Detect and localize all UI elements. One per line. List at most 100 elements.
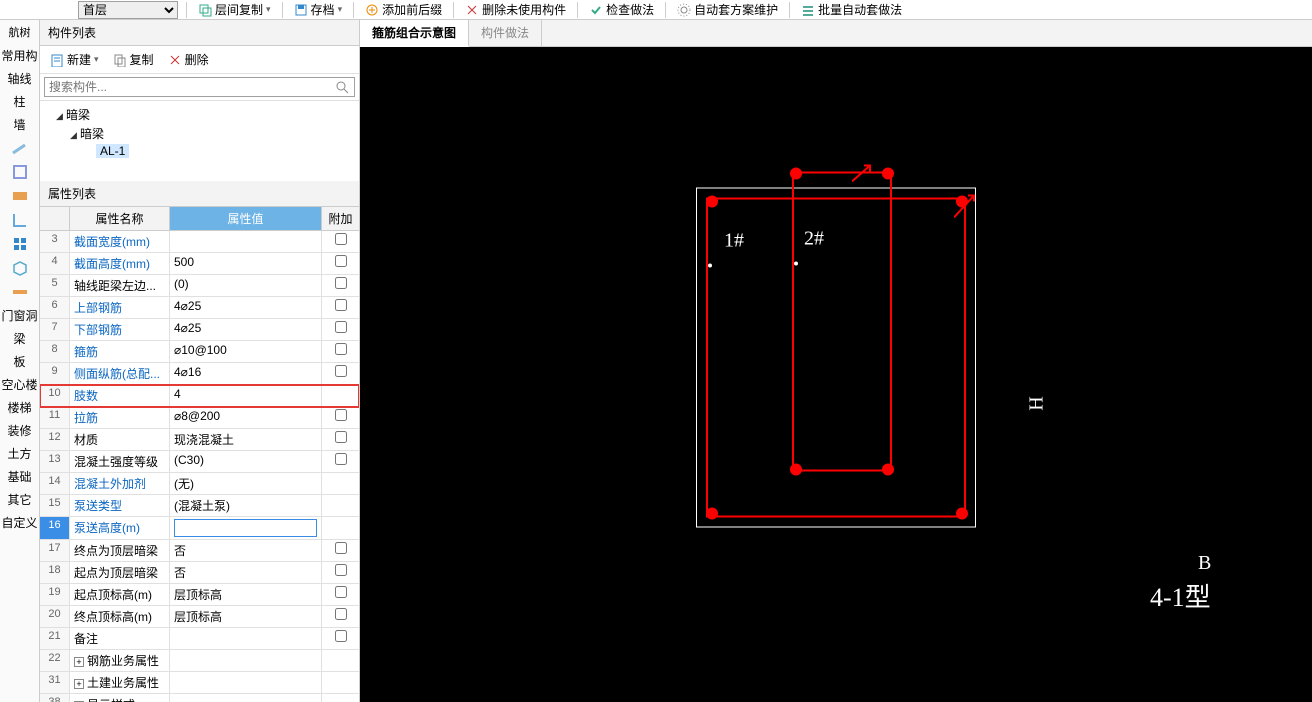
nav-item-beam[interactable]: 梁	[0, 327, 39, 350]
property-row[interactable]: 14混凝土外加剂(无)	[40, 473, 359, 495]
extra-checkbox[interactable]	[335, 365, 347, 377]
layer-copy-button[interactable]: 层间复制▾	[195, 1, 274, 18]
box-icon[interactable]	[11, 259, 29, 277]
property-value[interactable]: 4⌀25	[170, 297, 321, 318]
extra-checkbox[interactable]	[335, 564, 347, 576]
property-value[interactable]: 否	[170, 540, 321, 561]
expand-icon[interactable]: +	[74, 657, 84, 667]
nav-item-custom[interactable]: 自定义	[0, 511, 39, 534]
auto-maintain-button[interactable]: 自动套方案维护	[674, 1, 781, 18]
property-value[interactable]	[170, 517, 321, 539]
panel-icon[interactable]	[11, 163, 29, 181]
new-button[interactable]: 新建▾	[46, 50, 103, 69]
nav-item-stair[interactable]: 楼梯	[0, 396, 39, 419]
property-row[interactable]: 9侧面纵筋(总配...4⌀16	[40, 363, 359, 385]
property-row[interactable]: 16泵送高度(m)	[40, 517, 359, 540]
header-value-label[interactable]: 属性值	[170, 207, 321, 230]
property-value[interactable]	[170, 672, 321, 693]
property-value[interactable]	[170, 231, 321, 252]
nav-item-decor[interactable]: 装修	[0, 419, 39, 442]
nav-item-other[interactable]: 其它	[0, 488, 39, 511]
property-row[interactable]: 8箍筋⌀10@100	[40, 341, 359, 363]
archive-button[interactable]: 存档▾	[291, 1, 346, 18]
extra-checkbox[interactable]	[335, 409, 347, 421]
property-body[interactable]: 3截面宽度(mm)4截面高度(mm)5005轴线距梁左边...(0)6上部钢筋4…	[40, 231, 359, 702]
extra-checkbox[interactable]	[335, 431, 347, 443]
property-value-input[interactable]	[174, 519, 317, 537]
component-tree[interactable]: ◢暗梁 ◢暗梁 AL-1	[40, 101, 359, 181]
property-value[interactable]	[170, 694, 321, 702]
property-row[interactable]: 21备注	[40, 628, 359, 650]
extra-checkbox[interactable]	[335, 453, 347, 465]
property-value[interactable]: 层顶标高	[170, 606, 321, 627]
property-value[interactable]: (C30)	[170, 451, 321, 472]
property-row[interactable]: 10肢数4	[40, 385, 359, 407]
search-icon[interactable]	[335, 80, 349, 94]
delete-component-button[interactable]: 删除	[164, 50, 213, 69]
nav-item-earth[interactable]: 土方	[0, 442, 39, 465]
property-value[interactable]	[170, 628, 321, 649]
nav-item-common[interactable]: 常用构	[0, 44, 39, 67]
floor-select[interactable]: 首层	[78, 1, 178, 19]
property-value[interactable]: 现浇混凝土	[170, 429, 321, 450]
property-row[interactable]: 18起点为顶层暗梁否	[40, 562, 359, 584]
nav-item-slab[interactable]: 板	[0, 350, 39, 373]
extra-checkbox[interactable]	[335, 542, 347, 554]
property-row[interactable]: 3截面宽度(mm)	[40, 231, 359, 253]
check-method-button[interactable]: 检查做法	[586, 1, 657, 18]
property-value[interactable]	[170, 650, 321, 671]
add-prefix-button[interactable]: 添加前后缀	[362, 1, 445, 18]
property-row[interactable]: 31+土建业务属性	[40, 672, 359, 694]
delete-unused-button[interactable]: 删除未使用构件	[462, 1, 569, 18]
property-value[interactable]: (混凝土泵)	[170, 495, 321, 516]
nav-item-hollow[interactable]: 空心楼	[0, 373, 39, 396]
tree-child[interactable]: 暗梁	[80, 127, 104, 141]
brick-icon[interactable]	[11, 187, 29, 205]
grid-icon[interactable]	[11, 235, 29, 253]
property-value[interactable]: 4⌀16	[170, 363, 321, 384]
extra-checkbox[interactable]	[335, 277, 347, 289]
property-row[interactable]: 13混凝土强度等级(C30)	[40, 451, 359, 473]
search-input[interactable]	[44, 77, 355, 97]
property-row[interactable]: 4截面高度(mm)500	[40, 253, 359, 275]
extra-checkbox[interactable]	[335, 321, 347, 333]
nav-item-foundation[interactable]: 基础	[0, 465, 39, 488]
angle-icon[interactable]	[11, 211, 29, 229]
property-row[interactable]: 6上部钢筋4⌀25	[40, 297, 359, 319]
property-value[interactable]: 4⌀25	[170, 319, 321, 340]
nav-item-wall[interactable]: 墙	[0, 113, 39, 136]
extra-checkbox[interactable]	[335, 343, 347, 355]
extra-checkbox[interactable]	[335, 255, 347, 267]
property-value[interactable]: ⌀8@200	[170, 407, 321, 428]
property-row[interactable]: 38+显示样式	[40, 694, 359, 702]
property-row[interactable]: 11拉筋⌀8@200	[40, 407, 359, 429]
property-value[interactable]: 4	[170, 385, 321, 406]
tree-root[interactable]: 暗梁	[66, 108, 90, 122]
property-row[interactable]: 15泵送类型(混凝土泵)	[40, 495, 359, 517]
property-row[interactable]: 17终点为顶层暗梁否	[40, 540, 359, 562]
extra-checkbox[interactable]	[335, 608, 347, 620]
property-value[interactable]: (无)	[170, 473, 321, 494]
property-row[interactable]: 7下部钢筋4⌀25	[40, 319, 359, 341]
nav-item-axis[interactable]: 轴线	[0, 67, 39, 90]
property-value[interactable]: 层顶标高	[170, 584, 321, 605]
property-value[interactable]: (0)	[170, 275, 321, 296]
property-value[interactable]: 否	[170, 562, 321, 583]
property-row[interactable]: 20终点顶标高(m)层顶标高	[40, 606, 359, 628]
extra-checkbox[interactable]	[335, 299, 347, 311]
property-row[interactable]: 22+钢筋业务属性	[40, 650, 359, 672]
property-value[interactable]: 500	[170, 253, 321, 274]
copy-component-button[interactable]: 复制	[109, 50, 158, 69]
canvas-area[interactable]: 1# 2# H B 4-1型	[360, 47, 1312, 702]
property-value[interactable]: ⌀10@100	[170, 341, 321, 362]
extra-checkbox[interactable]	[335, 630, 347, 642]
property-row[interactable]: 5轴线距梁左边...(0)	[40, 275, 359, 297]
batch-auto-button[interactable]: 批量自动套做法	[798, 1, 905, 18]
nav-item-column[interactable]: 柱	[0, 90, 39, 113]
property-row[interactable]: 12材质现浇混凝土	[40, 429, 359, 451]
tab-diagram[interactable]: 箍筋组合示意图	[360, 20, 469, 47]
extra-checkbox[interactable]	[335, 586, 347, 598]
expand-icon[interactable]: +	[74, 679, 84, 689]
tab-method[interactable]: 构件做法	[469, 20, 542, 46]
property-row[interactable]: 19起点顶标高(m)层顶标高	[40, 584, 359, 606]
